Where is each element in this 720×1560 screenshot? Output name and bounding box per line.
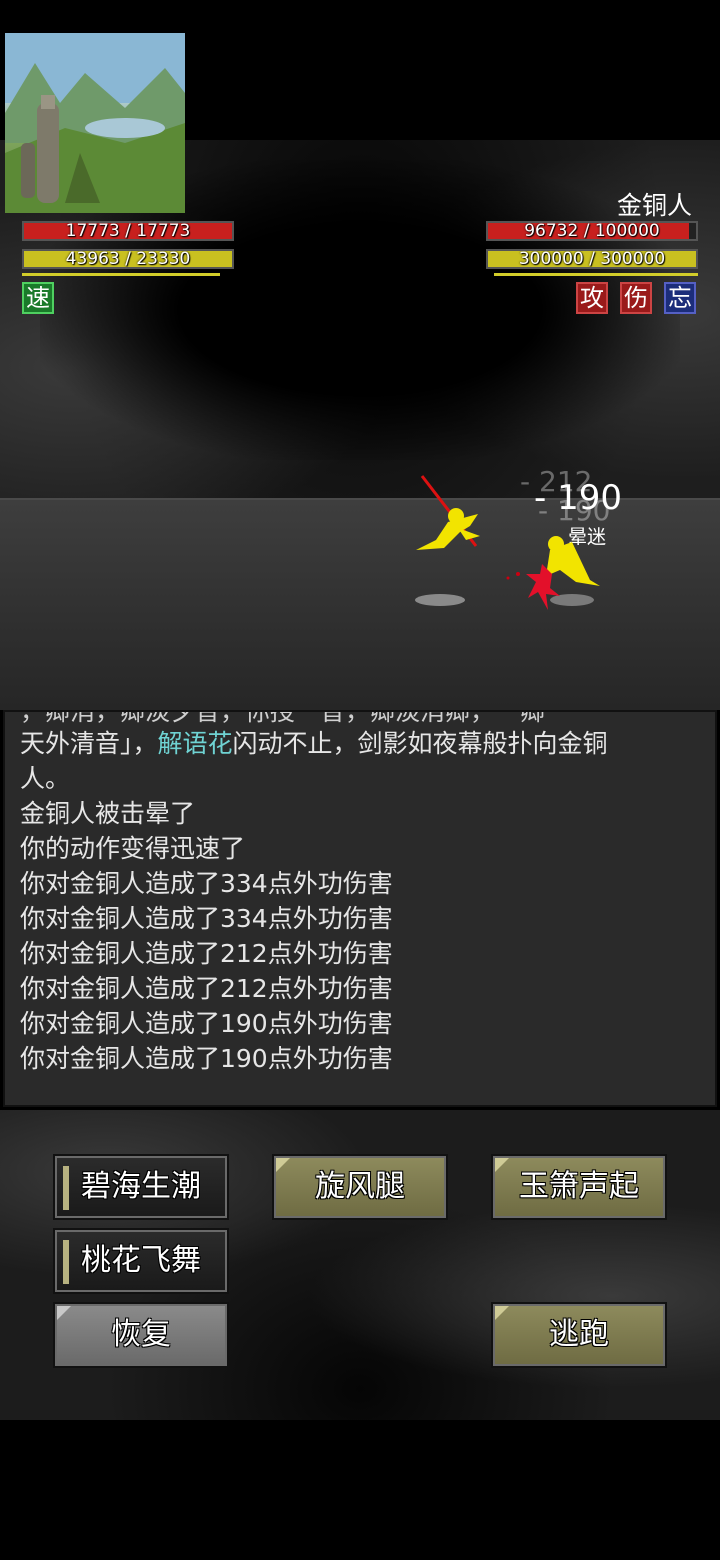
log-line: 天外清音」，解语花闪动不止，剑影如夜幕般扑向金铜 bbox=[20, 726, 710, 761]
damage-debuff-icon: 伤 bbox=[620, 282, 652, 314]
skill-button-yuxiao[interactable]: 玉箫声起 bbox=[491, 1154, 667, 1220]
log-line: 金铜人被击晕了 bbox=[20, 799, 196, 828]
log-line: 你对金铜人造成了190点外功伤害 bbox=[20, 1009, 393, 1038]
landscape-image bbox=[5, 33, 185, 213]
enemy-figure bbox=[546, 536, 600, 586]
enemy-hp-text: 96732 / 100000 bbox=[524, 221, 660, 241]
player-energy-line bbox=[22, 273, 220, 276]
battle-figures bbox=[415, 475, 600, 610]
player-shadow bbox=[415, 594, 465, 606]
log-text: 闪动不止，剑影如夜幕般扑向金铜 bbox=[232, 729, 608, 758]
log-line-partial: ，卿消，卿淡夕音，你授一音，卿淡消卿，一卿 bbox=[20, 710, 546, 726]
flee-button[interactable]: 逃跑 bbox=[491, 1302, 667, 1368]
skill-button-xuanfeng[interactable]: 旋风腿 bbox=[272, 1154, 448, 1220]
enemy-hp-bar: 96732 / 100000 bbox=[486, 221, 698, 241]
player-hp-bar: 17773 / 17773 bbox=[22, 221, 234, 241]
enemy-mp-bar: 300000 / 300000 bbox=[486, 249, 698, 269]
enemy-energy-line bbox=[494, 273, 698, 276]
enemy-mp-text: 300000 / 300000 bbox=[518, 249, 666, 269]
log-line: 人。 bbox=[20, 764, 71, 793]
log-highlight-name: 解语花 bbox=[157, 729, 233, 758]
log-line: 你对金铜人造成了334点外功伤害 bbox=[20, 904, 393, 933]
forget-debuff-icon: 忘 bbox=[664, 282, 696, 314]
enemy-shadow bbox=[550, 594, 594, 606]
recover-button[interactable]: 恢复 bbox=[53, 1302, 229, 1368]
player-figure bbox=[416, 508, 480, 550]
log-line: 你对金铜人造成了334点外功伤害 bbox=[20, 869, 393, 898]
skill-button-bihai[interactable]: 碧海生潮 bbox=[53, 1154, 229, 1220]
player-mp-text: 43963 / 23330 bbox=[65, 249, 191, 269]
player-mp-bar: 43963 / 23330 bbox=[22, 249, 234, 269]
log-line: 你对金铜人造成了212点外功伤害 bbox=[20, 974, 393, 1003]
combat-log[interactable]: ，卿消，卿淡夕音，你授一音，卿淡消卿，一卿 天外清音」，解语花闪动不止，剑影如夜… bbox=[3, 710, 717, 1107]
log-line: 你对金铜人造成了190点外功伤害 bbox=[20, 1044, 393, 1073]
player-portrait bbox=[5, 33, 185, 213]
enemy-name: 金铜人 bbox=[616, 191, 692, 220]
player-hp-text: 17773 / 17773 bbox=[65, 221, 191, 241]
log-line: 你的动作变得迅速了 bbox=[20, 834, 246, 863]
log-text: 天外清音」， bbox=[20, 729, 158, 758]
speed-buff-icon: 速 bbox=[22, 282, 54, 314]
log-line: 你对金铜人造成了212点外功伤害 bbox=[20, 939, 393, 968]
skill-button-taohua[interactable]: 桃花飞舞 bbox=[53, 1228, 229, 1294]
attack-debuff-icon: 攻 bbox=[576, 282, 608, 314]
